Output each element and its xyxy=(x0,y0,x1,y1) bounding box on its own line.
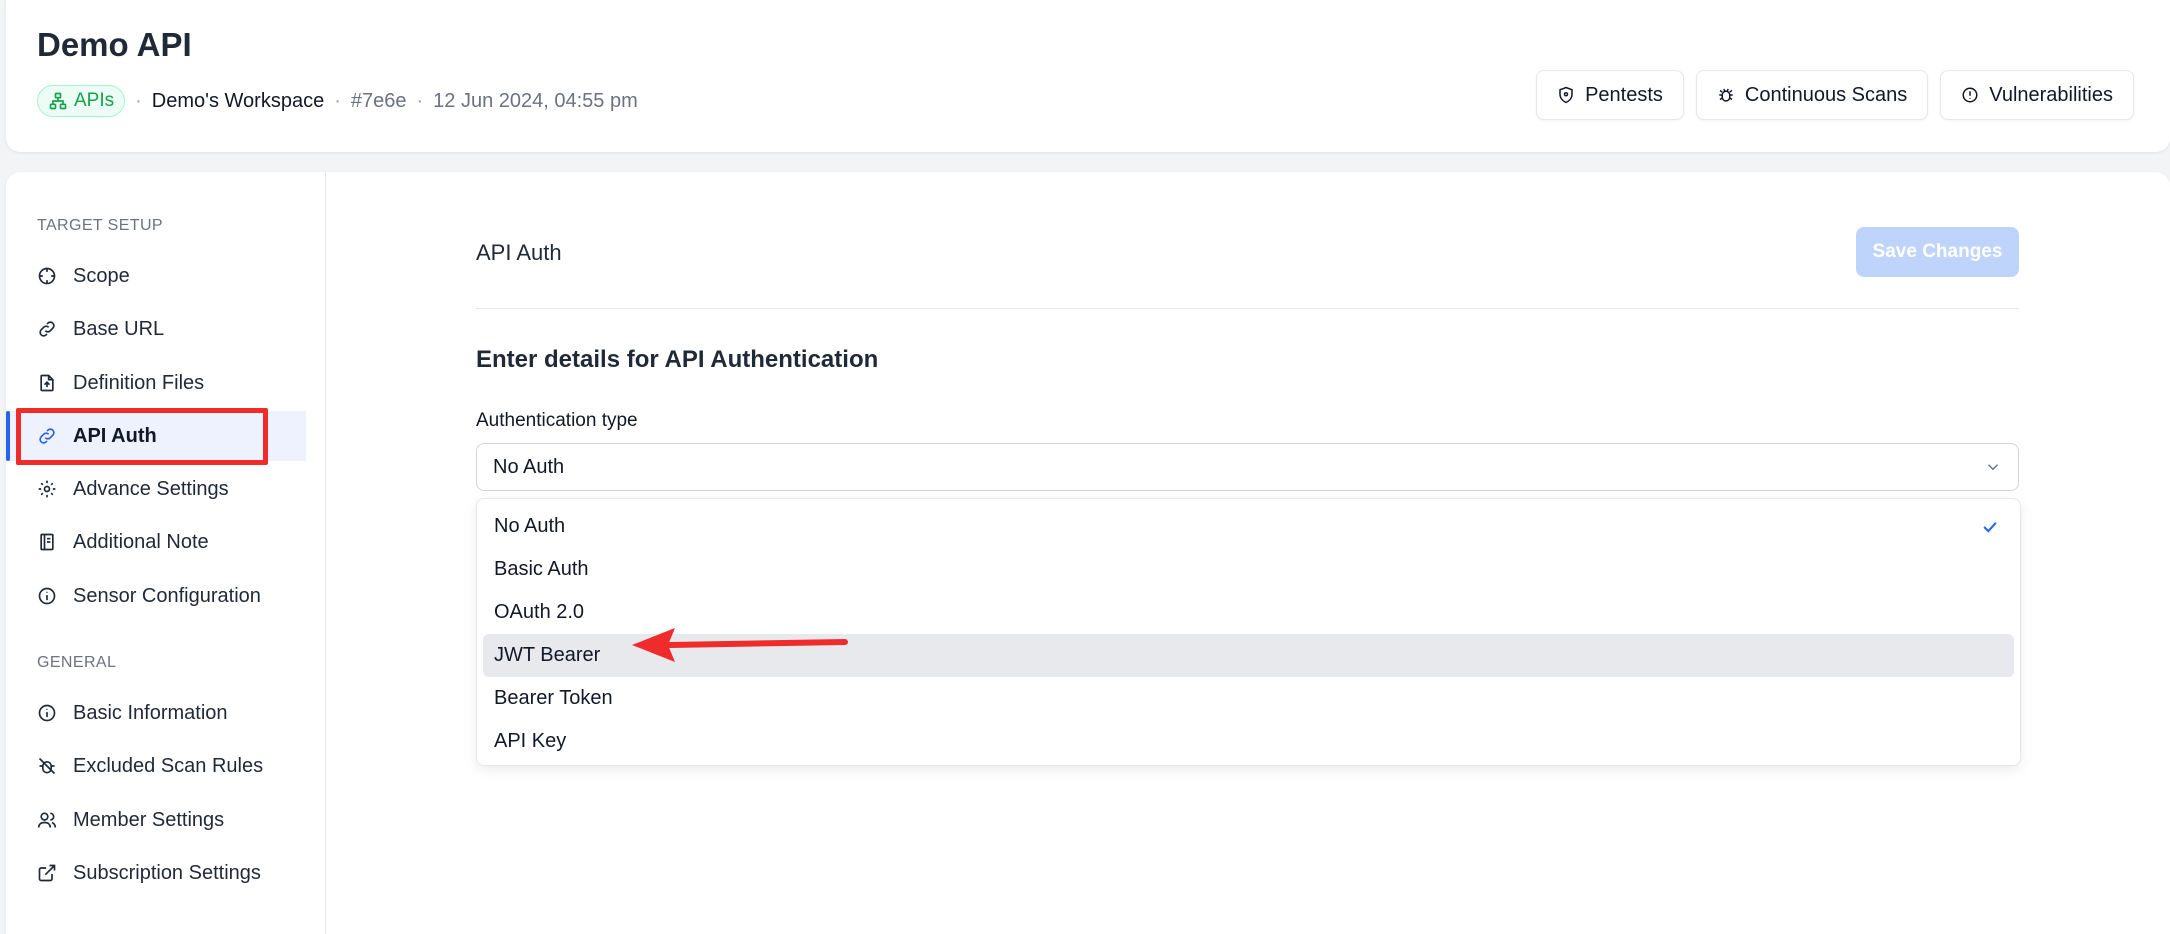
separator-dot: · xyxy=(416,89,424,112)
link-icon xyxy=(39,428,55,444)
sidebar-item-label: Base URL xyxy=(73,317,165,340)
header-card: Demo API APIs · Demo's Workspace · #7e6e… xyxy=(6,0,2170,152)
header-buttons: Pentests Continuous Scans Vulnerabilitie… xyxy=(1536,70,2134,120)
meta-row: APIs · Demo's Workspace · #7e6e · 12 Jun… xyxy=(37,84,638,118)
sidebar-item-definition-files[interactable]: Definition Files xyxy=(6,358,306,408)
option-oauth-2[interactable]: OAuth 2.0 xyxy=(483,591,2014,634)
option-label: JWT Bearer xyxy=(494,644,601,666)
sidebar-item-member-settings[interactable]: Member Settings xyxy=(6,795,306,845)
info-icon xyxy=(38,587,56,605)
sidebar-item-api-auth[interactable]: API Auth xyxy=(6,411,306,461)
pentests-label: Pentests xyxy=(1585,83,1663,106)
sidebar-item-sensor-configuration[interactable]: Sensor Configuration xyxy=(6,571,306,621)
auth-type-label: Authentication type xyxy=(476,410,638,431)
auth-type-dropdown: No Auth Basic Auth OAuth 2.0 JWT Bearer … xyxy=(476,498,2021,766)
file-upload-icon xyxy=(40,374,54,392)
sidebar-item-advance-settings[interactable]: Advance Settings xyxy=(6,464,306,514)
sidebar-item-basic-information[interactable]: Basic Information xyxy=(6,688,306,738)
crosshair-icon xyxy=(38,267,56,285)
link-icon xyxy=(39,321,55,337)
apis-badge-label: APIs xyxy=(74,90,115,111)
vulnerabilities-button[interactable]: Vulnerabilities xyxy=(1940,70,2134,120)
bug-icon xyxy=(1719,88,1733,102)
sidebar-item-additional-note[interactable]: Additional Note xyxy=(6,517,306,567)
continuous-scans-label: Continuous Scans xyxy=(1744,83,1908,106)
sidebar-item-label: Subscription Settings xyxy=(73,861,261,884)
sidebar-item-scope[interactable]: Scope xyxy=(6,251,306,301)
save-changes-button[interactable]: Save Changes xyxy=(1856,227,2019,277)
option-label: Basic Auth xyxy=(494,558,589,580)
option-no-auth[interactable]: No Auth xyxy=(483,505,2014,548)
info-icon xyxy=(38,704,56,722)
separator-dot: · xyxy=(334,89,341,112)
pentests-button[interactable]: Pentests xyxy=(1536,70,1684,120)
sidebar-item-label: API Auth xyxy=(73,424,157,447)
option-label: No Auth xyxy=(494,515,566,537)
vulnerabilities-label: Vulnerabilities xyxy=(1989,83,2113,106)
sidebar-item-label: Sensor Configuration xyxy=(73,584,261,607)
option-label: OAuth 2.0 xyxy=(494,601,585,623)
apis-badge[interactable]: APIs xyxy=(37,85,126,117)
option-basic-auth[interactable]: Basic Auth xyxy=(483,548,2014,591)
notebook-icon xyxy=(40,533,54,551)
chevron-down-icon xyxy=(1987,464,1999,471)
content-title: API Auth xyxy=(476,240,562,265)
users-icon xyxy=(37,812,57,828)
timestamp: 12 Jun 2024, 04:55 pm xyxy=(433,89,638,112)
option-label: API Key xyxy=(494,730,567,752)
bug-off-icon xyxy=(38,757,56,775)
sidebar-item-base-url[interactable]: Base URL xyxy=(6,304,306,354)
page-title: Demo API xyxy=(37,26,192,63)
check-icon xyxy=(1983,522,1997,533)
alert-circle-icon xyxy=(1962,87,1978,103)
external-link-icon xyxy=(38,864,56,882)
shield-icon xyxy=(1559,86,1573,104)
sidebar-item-label: Additional Note xyxy=(73,530,209,553)
auth-type-select[interactable]: No Auth xyxy=(476,443,2019,491)
sidebar-item-label: Advance Settings xyxy=(73,477,229,500)
sidebar-item-label: Excluded Scan Rules xyxy=(73,754,264,777)
option-label: Bearer Token xyxy=(494,687,613,709)
main-card: TARGET SETUP Scope Base URL Definition F… xyxy=(6,172,2170,934)
sidebar-item-label: Member Settings xyxy=(73,808,225,831)
sidebar-item-label: Scope xyxy=(73,264,130,287)
sitemap-icon xyxy=(49,92,67,110)
form-heading: Enter details for API Authentication xyxy=(476,346,879,373)
option-api-key[interactable]: API Key xyxy=(483,720,2014,763)
target-id: #7e6e xyxy=(350,89,407,112)
option-bearer-token[interactable]: Bearer Token xyxy=(483,677,2014,720)
sidebar: TARGET SETUP Scope Base URL Definition F… xyxy=(6,172,326,934)
continuous-scans-button[interactable]: Continuous Scans xyxy=(1695,70,1929,120)
section-label-general: GENERAL xyxy=(37,654,117,671)
workspace-name[interactable]: Demo's Workspace xyxy=(152,90,324,113)
gear-icon xyxy=(38,480,56,498)
separator-dot: · xyxy=(135,89,142,112)
auth-type-selected-value: No Auth xyxy=(493,455,565,478)
divider xyxy=(476,308,2019,309)
option-jwt-bearer[interactable]: JWT Bearer xyxy=(483,634,2014,677)
sidebar-item-excluded-scan-rules[interactable]: Excluded Scan Rules xyxy=(6,741,306,791)
sidebar-item-label: Definition Files xyxy=(73,371,205,394)
sidebar-item-label: Basic Information xyxy=(73,701,228,724)
section-label-target-setup: TARGET SETUP xyxy=(37,217,164,234)
sidebar-item-subscription-settings[interactable]: Subscription Settings xyxy=(6,848,306,898)
